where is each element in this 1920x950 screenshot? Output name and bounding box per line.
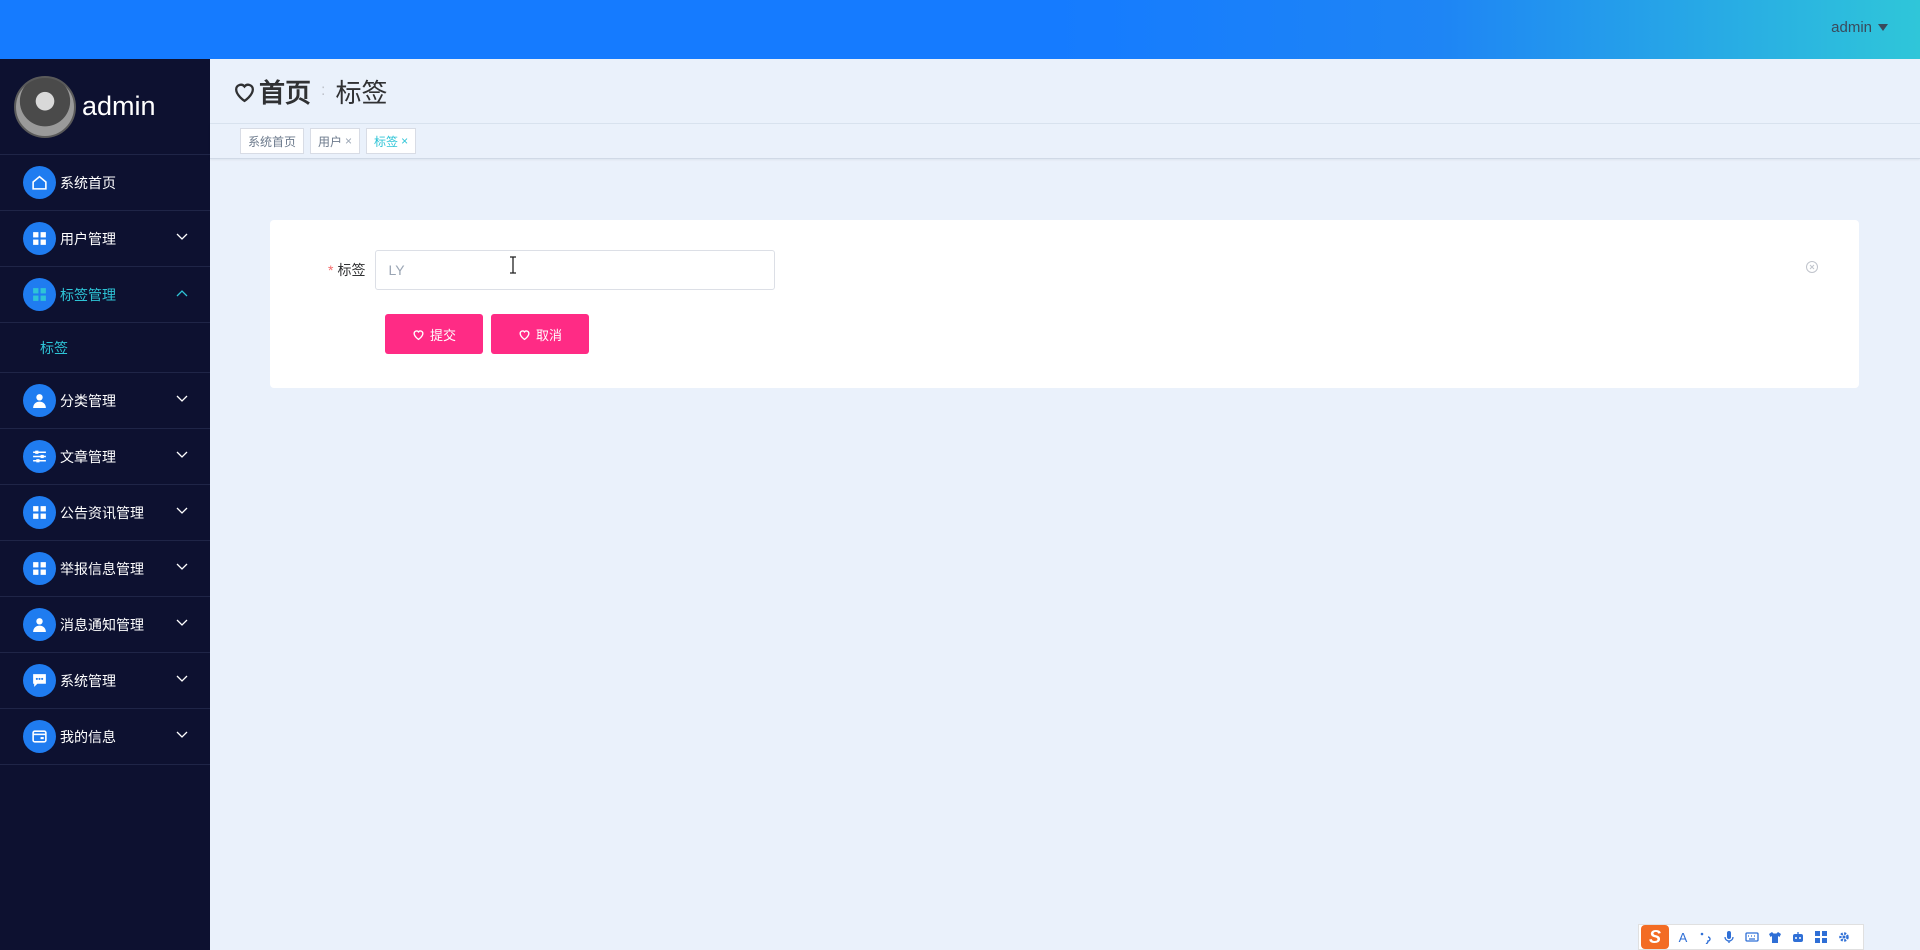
avatar [14,75,76,138]
tab-label: 系统首页 [248,134,297,149]
user-name: admin [1831,19,1872,36]
wallet-icon [23,720,56,753]
profile-name: admin [82,91,156,121]
sliders-icon [23,440,56,473]
tag-form-row: * 标签 [328,250,776,290]
chevron-down-icon [176,507,188,514]
tab-system-home[interactable]: 系统首页 [240,128,305,154]
sidebar-item-users[interactable]: 用户管理 [0,211,210,267]
sidebar-item-my-info[interactable]: 我的信息 [0,709,210,765]
chevron-down-icon [176,451,188,458]
settings-icon[interactable] [1835,928,1853,946]
chat-icon [23,664,56,697]
chevron-down-icon [176,233,188,240]
form-actions: 提交 取消 [385,314,589,354]
sidebar-item-label: 系统首页 [60,174,116,191]
breadcrumb-separator: : [321,82,326,99]
user-icon [23,384,56,417]
sidebar-item-label: 分类管理 [60,392,116,409]
sidebar: admin 系统首页 用户管理 标签管理 标签 分类管理 文章管理 公告资讯管理… [0,59,210,950]
ime-toolbar: S A [1638,924,1864,950]
sidebar-item-categories[interactable]: 分类管理 [0,373,210,429]
chevron-down-icon [176,619,188,626]
microphone-icon[interactable] [1720,928,1738,946]
submit-button[interactable]: 提交 [385,314,483,354]
clear-icon[interactable] [1805,260,1819,274]
user-menu[interactable]: admin [1831,19,1888,36]
breadcrumb-home[interactable]: 首页 [259,73,311,110]
tag-label: 标签 [337,262,366,278]
breadcrumb: 首页 : 标签 [210,59,1920,124]
sidebar-item-articles[interactable]: 文章管理 [0,429,210,485]
tag-input[interactable] [375,250,776,290]
grid-icon [23,496,56,529]
tabs-bar: 系统首页 用户 × 标签 × [210,124,1920,159]
sidebar-item-label: 标签管理 [60,286,116,303]
grid-icon [23,552,56,585]
sidebar-item-label: 消息通知管理 [60,616,144,633]
close-icon[interactable]: × [345,134,352,148]
sidebar-item-home[interactable]: 系统首页 [0,155,210,211]
grid-icon [23,222,56,255]
tab-label: 标签 [374,134,399,149]
tab-label: 用户 [318,134,343,149]
sidebar-item-system[interactable]: 系统管理 [0,653,210,709]
submenu-item-tag[interactable]: 标签 [0,323,210,373]
user-icon [23,608,56,641]
chevron-down-icon [176,731,188,738]
tab-users[interactable]: 用户 × [310,128,361,154]
required-mark: * [328,262,334,278]
chevron-down-icon [176,675,188,682]
cancel-label: 取消 [535,327,562,343]
chevron-up-icon [176,290,188,297]
heart-icon [413,329,424,340]
heart-icon [519,329,530,340]
sidebar-item-label: 我的信息 [60,728,116,745]
submit-label: 提交 [429,327,456,343]
chevron-down-icon [176,395,188,402]
grid-icon [23,278,56,311]
ime-punctuation-icon[interactable] [1697,928,1715,946]
ime-language-icon[interactable]: A [1674,928,1692,946]
sidebar-item-label: 公告资讯管理 [60,504,144,521]
sidebar-item-announcements[interactable]: 公告资讯管理 [0,485,210,541]
skin-icon[interactable] [1766,928,1784,946]
profile: admin [0,59,210,155]
close-icon[interactable]: × [401,134,408,148]
form-card: * 标签 提交 取消 [270,220,1859,388]
sidebar-item-label: 系统管理 [60,672,116,689]
sidebar-item-notifications[interactable]: 消息通知管理 [0,597,210,653]
chevron-down-icon [176,563,188,570]
ime-logo-icon[interactable]: S [1641,925,1669,949]
home-icon [23,166,56,199]
sidebar-item-reports[interactable]: 举报信息管理 [0,541,210,597]
tab-tags[interactable]: 标签 × [366,128,417,154]
breadcrumb-current: 标签 [335,77,388,108]
sidebar-item-label: 文章管理 [60,448,116,465]
sidebar-item-tags[interactable]: 标签管理 [0,267,210,323]
caret-down-icon [1878,24,1888,31]
heart-icon [235,83,254,102]
sidebar-item-label: 用户管理 [60,230,116,247]
text-cursor-icon [510,256,516,274]
sidebar-item-label: 举报信息管理 [60,560,144,577]
keyboard-icon[interactable] [1743,928,1761,946]
robot-icon[interactable] [1789,928,1807,946]
top-bar: admin [0,0,1920,59]
apps-icon[interactable] [1812,928,1830,946]
cancel-button[interactable]: 取消 [491,314,589,354]
